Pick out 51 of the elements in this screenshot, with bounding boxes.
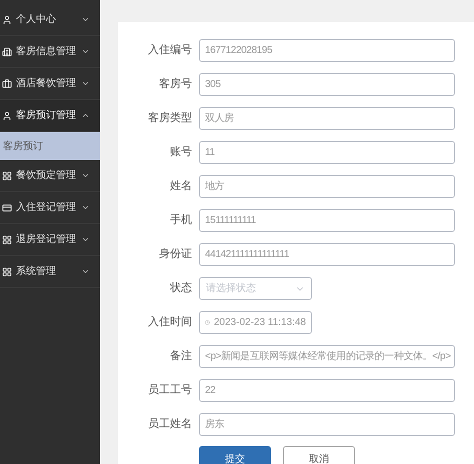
sidebar-item[interactable]: 客房信息管理 bbox=[0, 36, 100, 68]
person-icon bbox=[2, 14, 12, 24]
text-field[interactable]: 房东 bbox=[199, 413, 455, 436]
card-icon bbox=[2, 202, 12, 212]
field-label: 账号 bbox=[169, 145, 192, 160]
text-field[interactable]: 双人房 bbox=[199, 107, 455, 130]
text-field[interactable]: 11 bbox=[199, 141, 455, 164]
text-field[interactable]: <p>新闻是互联网等媒体经常使用的记录的一种文体。</p> bbox=[199, 345, 455, 368]
field-label: 员工姓名 bbox=[147, 417, 192, 432]
submit-button[interactable]: 提交 bbox=[199, 446, 271, 464]
sidebar-item[interactable]: 客房预订管理 bbox=[0, 100, 100, 132]
chevron-down-icon bbox=[81, 267, 90, 276]
text-field[interactable]: 22 bbox=[199, 379, 455, 402]
text-field[interactable]: 305 bbox=[199, 73, 455, 96]
status-dropdown[interactable]: 请选择状态 bbox=[199, 277, 312, 300]
clock-icon bbox=[205, 318, 210, 327]
chevron-down-icon bbox=[81, 203, 90, 212]
chevron-down-icon bbox=[81, 171, 90, 180]
field-label: 客房类型 bbox=[147, 110, 192, 126]
field-label: 客房号 bbox=[158, 76, 192, 92]
cancel-button[interactable]: 取消 bbox=[283, 446, 355, 464]
sidebar-subitem[interactable]: 客房预订 bbox=[0, 132, 100, 160]
grid-icon bbox=[2, 234, 12, 244]
grid-icon bbox=[2, 170, 12, 180]
field-label: 员工工号 bbox=[147, 383, 192, 398]
sidebar-item[interactable]: 退房登记管理 bbox=[0, 224, 100, 256]
chevron-up-icon bbox=[81, 111, 90, 120]
person-icon bbox=[2, 110, 12, 120]
chevron-down-icon bbox=[81, 15, 90, 24]
field-label: 手机 bbox=[169, 213, 192, 228]
sidebar-item[interactable]: 系统管理 bbox=[0, 256, 100, 288]
field-label: 身份证 bbox=[158, 247, 192, 262]
sidebar-item[interactable]: 个人中心 bbox=[0, 4, 100, 36]
text-field[interactable]: 15111111111 bbox=[199, 209, 455, 232]
text-field[interactable]: 地方 bbox=[199, 175, 455, 198]
text-field[interactable]: 441421111111111111 bbox=[199, 243, 455, 266]
sidebar-item[interactable]: 餐饮预定管理 bbox=[0, 160, 100, 192]
chevron-down-icon bbox=[81, 47, 90, 56]
field-label: 入住时间 bbox=[147, 315, 192, 330]
briefcase-icon bbox=[2, 78, 12, 88]
field-label: 姓名 bbox=[169, 179, 192, 194]
date-field[interactable]: 2023-02-23 11:13:48 bbox=[199, 311, 312, 334]
grid-icon bbox=[2, 266, 12, 276]
chevron-down-icon bbox=[81, 79, 90, 88]
field-label: 入住编号 bbox=[147, 43, 192, 58]
building-icon bbox=[2, 46, 12, 56]
text-field[interactable]: 1677122028195 bbox=[199, 39, 455, 62]
chevron-down-icon bbox=[81, 235, 90, 244]
sidebar-item[interactable]: 入住登记管理 bbox=[0, 192, 100, 224]
field-label: 备注 bbox=[169, 348, 192, 364]
field-label: 状态 bbox=[169, 280, 192, 296]
